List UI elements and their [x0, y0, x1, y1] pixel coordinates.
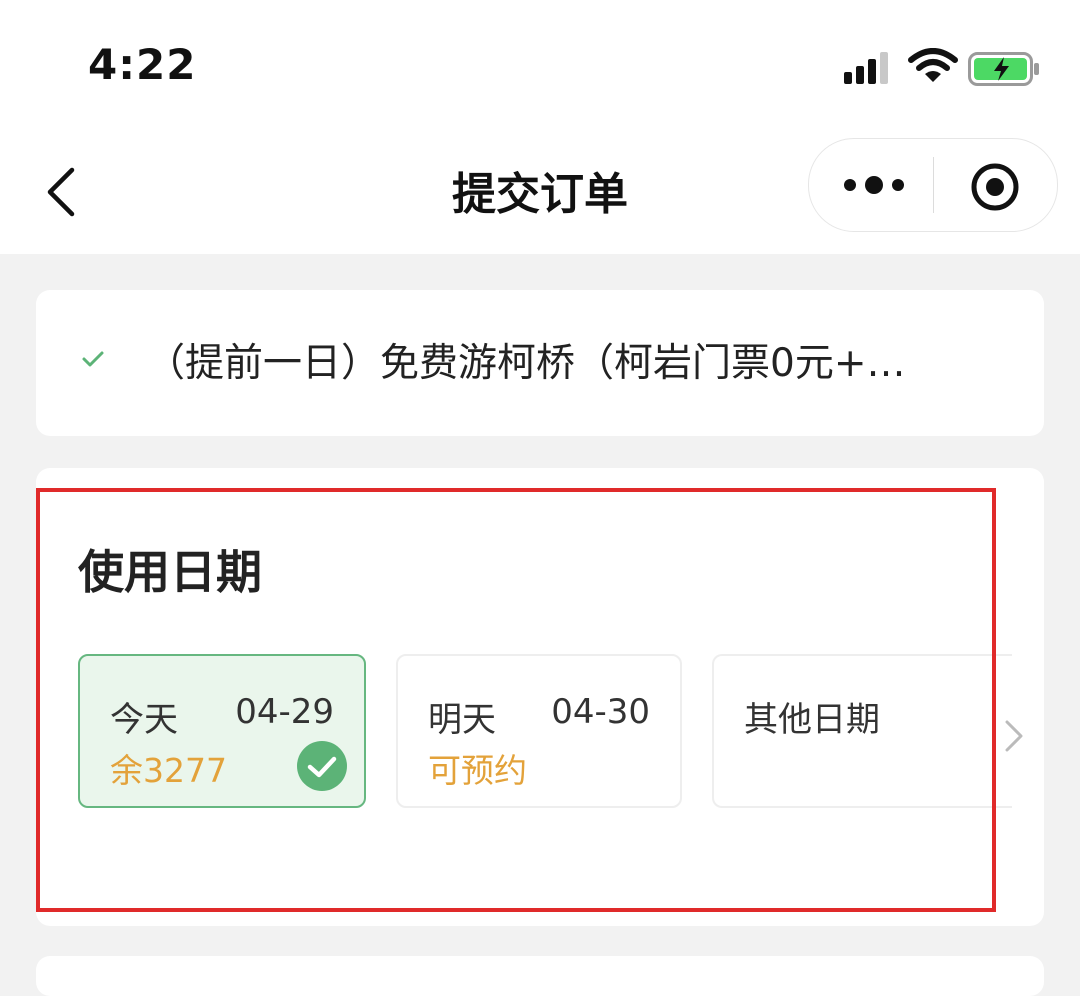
date-option-status: 可预约 [428, 751, 527, 790]
section-title: 使用日期 [78, 545, 262, 599]
check-icon [82, 351, 104, 367]
more-dots-icon[interactable] [839, 165, 909, 205]
signal-bars-icon [844, 52, 888, 84]
date-option-day: 明天 [428, 700, 496, 740]
date-option-tomorrow[interactable]: 明天 04-30 可预约 [396, 654, 682, 808]
capsule-divider [933, 157, 934, 213]
date-option-date: 04-30 [551, 692, 650, 732]
date-option-stock: 余3277 [110, 751, 227, 790]
battery-charging-icon [968, 52, 1039, 86]
wifi-icon [908, 48, 958, 82]
nav-bar: 提交订单 [0, 128, 1080, 254]
date-option-today[interactable]: 今天 04-29 余3277 [78, 654, 366, 808]
target-circle-icon[interactable] [969, 161, 1021, 213]
status-time: 4:22 [88, 40, 197, 89]
date-option-date: 04-29 [235, 692, 334, 732]
product-name: （提前一日）免费游柯桥（柯岩门票0元+… [146, 341, 906, 386]
date-option-day: 今天 [110, 700, 178, 740]
product-card[interactable]: （提前一日）免费游柯桥（柯岩门票0元+… [36, 290, 1044, 436]
date-option-other[interactable]: 其他日期 [712, 654, 1023, 808]
next-card [36, 956, 1044, 996]
selected-check-icon [297, 741, 347, 791]
mini-program-capsule [808, 138, 1058, 232]
date-option-label: 其他日期 [744, 700, 880, 740]
use-date-card: 使用日期 今天 04-29 余3277 明天 04-30 可预约 其他日期 [36, 468, 1044, 926]
chevron-right-icon [1005, 720, 1023, 752]
status-bar: 4:22 [0, 0, 1080, 128]
